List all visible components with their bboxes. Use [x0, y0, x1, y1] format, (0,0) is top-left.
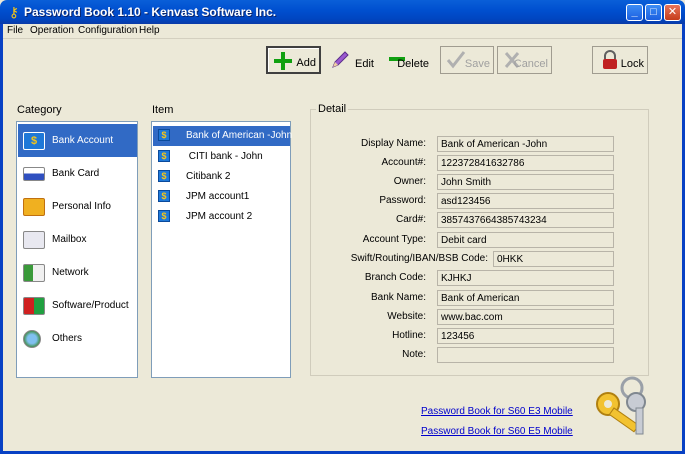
item-row[interactable]: $ JPM account 2 [153, 207, 290, 227]
cancel-button[interactable]: Cancel [497, 46, 552, 74]
category-item-mailbox[interactable]: Mailbox [18, 223, 137, 256]
category-label: Bank Account [52, 135, 114, 146]
category-label: Personal Info [52, 201, 111, 212]
lock-button[interactable]: Lock [592, 46, 648, 74]
save-label: Save [464, 58, 490, 70]
bank-account-icon: $ [158, 150, 170, 162]
hotline-label: Hotline: [392, 330, 426, 341]
password-label: Password: [379, 195, 426, 206]
cancel-label: Cancel [513, 58, 548, 70]
account-type-label: Account Type: [362, 234, 426, 245]
category-label: Network [52, 267, 89, 278]
edit-button[interactable]: Edit [324, 46, 378, 74]
s60-e5-mobile-link[interactable]: Password Book for S60 E5 Mobile [421, 426, 573, 437]
display-name-field[interactable]: Bank of American -John [437, 136, 614, 152]
hotline-field[interactable]: 123456 [437, 328, 614, 344]
save-button[interactable]: Save [440, 46, 494, 74]
menu-operation[interactable]: Operation [30, 25, 74, 36]
bank-name-field[interactable]: Bank of American [437, 290, 614, 306]
category-label: Others [52, 333, 83, 344]
minimize-button[interactable]: _ [626, 4, 643, 21]
maximize-button[interactable]: □ [645, 4, 662, 21]
delete-button[interactable]: Delete [381, 46, 433, 74]
category-label: Software/Product [52, 300, 129, 311]
website-field[interactable]: www.bac.com [437, 309, 614, 325]
item-row[interactable]: $ Citibank 2 [153, 167, 290, 187]
category-item-personal-info[interactable]: Personal Info [18, 190, 137, 223]
software-icon [23, 297, 45, 315]
item-label: CITI bank - John [186, 151, 263, 162]
website-label: Website: [387, 311, 426, 322]
bank-name-label: Bank Name: [370, 292, 426, 303]
delete-label: Delete [397, 58, 429, 70]
item-list: $ Bank of American -John $ CITI bank - J… [151, 121, 293, 378]
title-bar[interactable]: ⚷ Password Book 1.10 - Kenvast Software … [0, 0, 685, 24]
item-row[interactable]: $ Bank of American -John [153, 126, 293, 146]
menu-file[interactable]: File [7, 25, 23, 36]
bank-account-icon: $ [158, 129, 170, 141]
checkmark-icon [446, 51, 466, 69]
padlock-icon [603, 50, 617, 69]
app-key-icon: ⚷ [8, 4, 20, 20]
category-item-others[interactable]: Others [18, 322, 137, 355]
category-label: Bank Card [52, 168, 100, 179]
close-button[interactable]: ✕ [664, 4, 681, 21]
category-list: $ Bank Account Bank Card Personal Info M… [16, 121, 138, 378]
bank-account-icon: $ [23, 132, 45, 150]
window-title: Password Book 1.10 - Kenvast Software In… [24, 5, 277, 19]
pencil-icon [332, 51, 349, 68]
item-label: JPM account 2 [186, 211, 253, 222]
category-item-bank-card[interactable]: Bank Card [18, 157, 137, 190]
item-row[interactable]: $ CITI bank - John [153, 147, 290, 167]
branch-code-label: Branch Code: [364, 272, 426, 283]
edit-label: Edit [355, 58, 374, 70]
category-heading: Category [17, 104, 62, 116]
globe-icon [23, 330, 41, 348]
owner-label: Owner: [393, 176, 426, 187]
note-field[interactable] [437, 347, 614, 363]
item-label: JPM account1 [186, 191, 250, 202]
add-label: Add [296, 57, 316, 69]
account-type-field[interactable]: Debit card [437, 232, 614, 248]
swift-code-field[interactable]: 0HKK [493, 251, 614, 267]
category-item-bank-account[interactable]: $ Bank Account [18, 124, 137, 157]
lock-label: Lock [620, 58, 644, 70]
display-name-label: Display Name: [360, 138, 426, 149]
cards-icon [23, 231, 45, 249]
category-item-software-product[interactable]: Software/Product [18, 289, 137, 322]
network-icon [23, 264, 45, 282]
s60-e3-mobile-link[interactable]: Password Book for S60 E3 Mobile [421, 406, 573, 417]
item-heading: Item [152, 104, 174, 116]
add-button[interactable]: Add [266, 46, 321, 74]
item-row[interactable]: $ JPM account1 [153, 187, 290, 207]
category-item-network[interactable]: Network [18, 256, 137, 289]
swift-code-label: Swift/Routing/IBAN/BSB Code: [350, 253, 488, 264]
item-label: Bank of American -John [186, 130, 293, 141]
item-label: Citibank 2 [186, 171, 231, 182]
password-field[interactable]: asd123456 [437, 193, 614, 209]
note-label: Note: [402, 349, 426, 360]
menu-configuration[interactable]: Configuration [78, 25, 137, 36]
account-number-label: Account#: [381, 157, 426, 168]
category-label: Mailbox [52, 234, 87, 245]
bank-account-icon: $ [158, 190, 170, 202]
envelope-icon [23, 198, 45, 216]
bank-account-icon: $ [158, 170, 170, 182]
account-number-field[interactable]: 122372841632786 [437, 155, 614, 171]
keys-icon [596, 376, 646, 435]
bank-card-icon [23, 167, 45, 181]
menu-bar: File Operation Configuration Help [0, 24, 685, 39]
card-number-label: Card#: [395, 214, 426, 225]
menu-help[interactable]: Help [139, 25, 160, 36]
plus-icon [274, 52, 292, 70]
detail-heading: Detail [316, 103, 349, 115]
branch-code-field[interactable]: KJHKJ [437, 270, 614, 286]
owner-field[interactable]: John Smith [437, 174, 614, 190]
bank-account-icon: $ [158, 210, 170, 222]
card-number-field[interactable]: 3857437664385743234 [437, 212, 614, 228]
